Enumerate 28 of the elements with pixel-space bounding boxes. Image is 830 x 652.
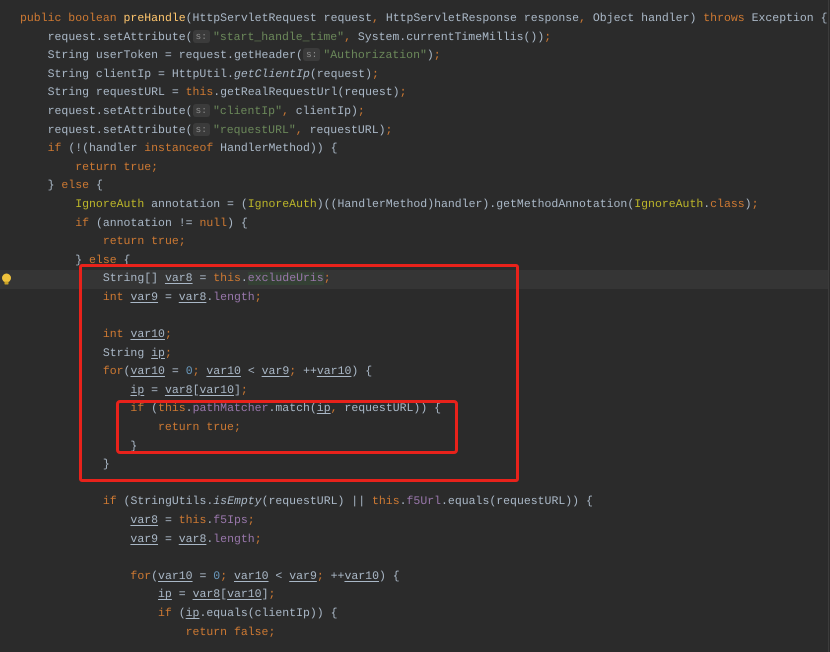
code-line: IgnoreAuth annotation = (IgnoreAuth)((HandlerMethod)handler).getMethodAnnotation(IgnoreAuth.class); xyxy=(74,196,760,213)
code-line: if (!(handler instanceof HandlerMethod)) { xyxy=(46,141,338,158)
code-line: if (ip.equals(clientIp)) { xyxy=(157,606,338,622)
code-line: var9 = var8.length; xyxy=(129,532,263,548)
lightbulb-icon[interactable] xyxy=(1,273,12,286)
code-line: for(var10 = 0; var10 < var9; ++var10) { xyxy=(129,568,401,585)
code-line: String clientIp = HttpUtil.getClientIp(request); xyxy=(46,66,380,83)
code-line: return true; xyxy=(102,234,187,250)
code-line: if (annotation != null) { xyxy=(74,216,249,232)
code-line: return true; xyxy=(74,160,160,176)
code-line: request.setAttribute( s: "requestURL", requestURL); xyxy=(46,122,394,139)
code-line: } xyxy=(102,457,111,474)
code-line: public boolean preHandle(HttpServletRequest request, HttpServletResponse response, Object handler) throws Exception { xyxy=(19,11,828,27)
code-line: for(var10 = 0; var10 < var9; ++var10) { xyxy=(102,364,374,380)
code-line: String userToken = request.getHeader( s: "Authorization"); xyxy=(46,47,442,64)
code-line: ip = var8[var10]; xyxy=(129,382,249,399)
code-line: int var10; xyxy=(102,327,173,344)
code-line: } else { xyxy=(46,178,104,194)
code-line: int var9 = var8.length; xyxy=(102,290,263,306)
code-line: return true; xyxy=(157,420,242,436)
code-line: String ip; xyxy=(102,346,173,362)
code-line: request.setAttribute( s: "start_handle_time", System.currentTimeMillis()); xyxy=(46,28,552,46)
code-line: request.setAttribute( s: "clientIp", clientIp); xyxy=(46,102,366,120)
code-line: return false; xyxy=(184,624,276,641)
code-line: ip = var8[var10]; xyxy=(157,587,276,604)
code-line: if (StringUtils.isEmpty(requestURL) || this.f5Url.equals(requestURL)) { xyxy=(102,494,594,510)
code-line: var8 = this.f5Ips; xyxy=(129,513,256,530)
code-line: String requestURL = this.getRealRequestUrl(request); xyxy=(46,85,408,102)
